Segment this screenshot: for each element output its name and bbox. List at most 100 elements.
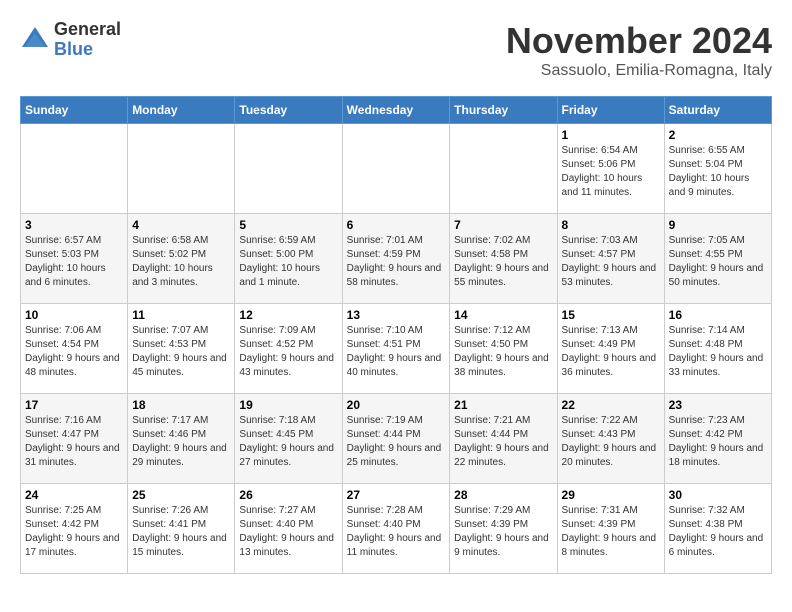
day-number: 15 bbox=[562, 308, 660, 322]
day-info: Sunrise: 7:10 AMSunset: 4:51 PMDaylight:… bbox=[347, 324, 446, 380]
title-section: November 2024 Sassuolo, Emilia-Romagna, … bbox=[506, 20, 772, 80]
header-tuesday: Tuesday bbox=[235, 97, 342, 124]
header-wednesday: Wednesday bbox=[342, 97, 450, 124]
day-number: 24 bbox=[25, 488, 123, 502]
table-row: 11 Sunrise: 7:07 AMSunset: 4:53 PMDayligh… bbox=[128, 304, 235, 394]
table-row: 3 Sunrise: 6:57 AMSunset: 5:03 PMDaylight… bbox=[21, 214, 128, 304]
day-info: Sunrise: 7:21 AMSunset: 4:44 PMDaylight:… bbox=[454, 414, 552, 470]
table-row: 5 Sunrise: 6:59 AMSunset: 5:00 PMDaylight… bbox=[235, 214, 342, 304]
day-info: Sunrise: 7:07 AMSunset: 4:53 PMDaylight:… bbox=[132, 324, 230, 380]
day-info: Sunrise: 7:29 AMSunset: 4:39 PMDaylight:… bbox=[454, 504, 552, 560]
day-number: 12 bbox=[239, 308, 337, 322]
header-sunday: Sunday bbox=[21, 97, 128, 124]
day-info: Sunrise: 7:16 AMSunset: 4:47 PMDaylight:… bbox=[25, 414, 123, 470]
table-row bbox=[235, 124, 342, 214]
logo-general-text: General bbox=[54, 20, 121, 40]
table-row: 24 Sunrise: 7:25 AMSunset: 4:42 PMDayligh… bbox=[21, 484, 128, 574]
day-number: 25 bbox=[132, 488, 230, 502]
table-row: 8 Sunrise: 7:03 AMSunset: 4:57 PMDaylight… bbox=[557, 214, 664, 304]
day-number: 20 bbox=[347, 398, 446, 412]
table-row: 30 Sunrise: 7:32 AMSunset: 4:38 PMDayligh… bbox=[664, 484, 771, 574]
day-number: 11 bbox=[132, 308, 230, 322]
header-saturday: Saturday bbox=[664, 97, 771, 124]
table-row: 4 Sunrise: 6:58 AMSunset: 5:02 PMDaylight… bbox=[128, 214, 235, 304]
day-number: 21 bbox=[454, 398, 552, 412]
table-row: 2 Sunrise: 6:55 AMSunset: 5:04 PMDaylight… bbox=[664, 124, 771, 214]
day-info: Sunrise: 6:58 AMSunset: 5:02 PMDaylight:… bbox=[132, 234, 230, 290]
day-info: Sunrise: 6:55 AMSunset: 5:04 PMDaylight:… bbox=[669, 144, 767, 200]
day-number: 29 bbox=[562, 488, 660, 502]
day-info: Sunrise: 7:27 AMSunset: 4:40 PMDaylight:… bbox=[239, 504, 337, 560]
day-info: Sunrise: 7:17 AMSunset: 4:46 PMDaylight:… bbox=[132, 414, 230, 470]
day-info: Sunrise: 7:31 AMSunset: 4:39 PMDaylight:… bbox=[562, 504, 660, 560]
day-info: Sunrise: 7:14 AMSunset: 4:48 PMDaylight:… bbox=[669, 324, 767, 380]
day-number: 22 bbox=[562, 398, 660, 412]
day-number: 19 bbox=[239, 398, 337, 412]
table-row: 26 Sunrise: 7:27 AMSunset: 4:40 PMDayligh… bbox=[235, 484, 342, 574]
table-row: 18 Sunrise: 7:17 AMSunset: 4:46 PMDayligh… bbox=[128, 394, 235, 484]
day-info: Sunrise: 7:13 AMSunset: 4:49 PMDaylight:… bbox=[562, 324, 660, 380]
calendar-week-row: 10 Sunrise: 7:06 AMSunset: 4:54 PMDayligh… bbox=[21, 304, 772, 394]
logo-blue-text: Blue bbox=[54, 40, 121, 60]
day-info: Sunrise: 7:23 AMSunset: 4:42 PMDaylight:… bbox=[669, 414, 767, 470]
table-row: 15 Sunrise: 7:13 AMSunset: 4:49 PMDayligh… bbox=[557, 304, 664, 394]
location-text: Sassuolo, Emilia-Romagna, Italy bbox=[506, 62, 772, 80]
calendar-table: Sunday Monday Tuesday Wednesday Thursday… bbox=[20, 96, 772, 574]
day-number: 5 bbox=[239, 218, 337, 232]
table-row: 19 Sunrise: 7:18 AMSunset: 4:45 PMDayligh… bbox=[235, 394, 342, 484]
day-info: Sunrise: 6:59 AMSunset: 5:00 PMDaylight:… bbox=[239, 234, 337, 290]
day-number: 27 bbox=[347, 488, 446, 502]
day-number: 14 bbox=[454, 308, 552, 322]
day-number: 26 bbox=[239, 488, 337, 502]
day-info: Sunrise: 7:05 AMSunset: 4:55 PMDaylight:… bbox=[669, 234, 767, 290]
day-number: 10 bbox=[25, 308, 123, 322]
day-number: 16 bbox=[669, 308, 767, 322]
calendar-week-row: 3 Sunrise: 6:57 AMSunset: 5:03 PMDaylight… bbox=[21, 214, 772, 304]
day-info: Sunrise: 7:01 AMSunset: 4:59 PMDaylight:… bbox=[347, 234, 446, 290]
day-info: Sunrise: 7:12 AMSunset: 4:50 PMDaylight:… bbox=[454, 324, 552, 380]
table-row: 20Sunrise: 7:19 AMSunset: 4:44 PMDayligh… bbox=[342, 394, 450, 484]
day-info: Sunrise: 6:54 AMSunset: 5:06 PMDaylight:… bbox=[562, 144, 660, 200]
day-number: 28 bbox=[454, 488, 552, 502]
day-number: 4 bbox=[132, 218, 230, 232]
day-number: 1 bbox=[562, 128, 660, 142]
table-row: 23 Sunrise: 7:23 AMSunset: 4:42 PMDayligh… bbox=[664, 394, 771, 484]
header-monday: Monday bbox=[128, 97, 235, 124]
calendar-header-row: Sunday Monday Tuesday Wednesday Thursday… bbox=[21, 97, 772, 124]
day-number: 8 bbox=[562, 218, 660, 232]
day-number: 18 bbox=[132, 398, 230, 412]
day-info: Sunrise: 7:09 AMSunset: 4:52 PMDaylight:… bbox=[239, 324, 337, 380]
day-info: Sunrise: 6:57 AMSunset: 5:03 PMDaylight:… bbox=[25, 234, 123, 290]
table-row: 29 Sunrise: 7:31 AMSunset: 4:39 PMDayligh… bbox=[557, 484, 664, 574]
month-title: November 2024 bbox=[506, 20, 772, 62]
day-number: 6 bbox=[347, 218, 446, 232]
day-info: Sunrise: 7:26 AMSunset: 4:41 PMDaylight:… bbox=[132, 504, 230, 560]
header-thursday: Thursday bbox=[450, 97, 557, 124]
day-number: 9 bbox=[669, 218, 767, 232]
logo-icon bbox=[20, 25, 50, 55]
table-row: 12 Sunrise: 7:09 AMSunset: 4:52 PMDayligh… bbox=[235, 304, 342, 394]
calendar-week-row: 1 Sunrise: 6:54 AMSunset: 5:06 PMDaylight… bbox=[21, 124, 772, 214]
table-row: 7Sunrise: 7:02 AMSunset: 4:58 PMDaylight… bbox=[450, 214, 557, 304]
table-row bbox=[450, 124, 557, 214]
day-info: Sunrise: 7:06 AMSunset: 4:54 PMDaylight:… bbox=[25, 324, 123, 380]
table-row: 16 Sunrise: 7:14 AMSunset: 4:48 PMDayligh… bbox=[664, 304, 771, 394]
page-header: General Blue November 2024 Sassuolo, Emi… bbox=[20, 20, 772, 80]
day-number: 23 bbox=[669, 398, 767, 412]
day-number: 3 bbox=[25, 218, 123, 232]
day-info: Sunrise: 7:32 AMSunset: 4:38 PMDaylight:… bbox=[669, 504, 767, 560]
day-info: Sunrise: 7:18 AMSunset: 4:45 PMDaylight:… bbox=[239, 414, 337, 470]
day-number: 2 bbox=[669, 128, 767, 142]
day-info: Sunrise: 7:03 AMSunset: 4:57 PMDaylight:… bbox=[562, 234, 660, 290]
table-row: 9 Sunrise: 7:05 AMSunset: 4:55 PMDaylight… bbox=[664, 214, 771, 304]
table-row: 14 Sunrise: 7:12 AMSunset: 4:50 PMDayligh… bbox=[450, 304, 557, 394]
logo: General Blue bbox=[20, 20, 121, 60]
table-row: 22Sunrise: 7:22 AMSunset: 4:43 PMDayligh… bbox=[557, 394, 664, 484]
day-number: 30 bbox=[669, 488, 767, 502]
table-row: 25 Sunrise: 7:26 AMSunset: 4:41 PMDayligh… bbox=[128, 484, 235, 574]
day-number: 17 bbox=[25, 398, 123, 412]
table-row: 1 Sunrise: 6:54 AMSunset: 5:06 PMDaylight… bbox=[557, 124, 664, 214]
day-info: Sunrise: 7:25 AMSunset: 4:42 PMDaylight:… bbox=[25, 504, 123, 560]
table-row: 10 Sunrise: 7:06 AMSunset: 4:54 PMDayligh… bbox=[21, 304, 128, 394]
table-row bbox=[342, 124, 450, 214]
